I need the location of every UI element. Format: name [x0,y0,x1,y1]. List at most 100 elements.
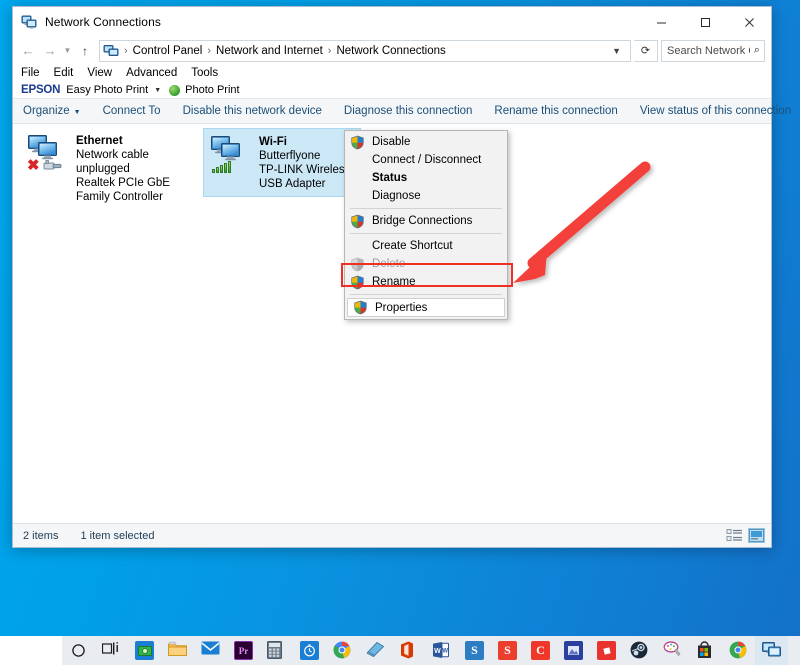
chevron-down-icon[interactable]: ▼ [603,46,630,56]
refresh-icon[interactable]: ⟳ [634,40,658,62]
connection-status: Network cable unplugged [76,148,195,176]
menu-icon-placeholder [350,153,365,168]
disable-network-device-button[interactable]: Disable this network device [183,105,322,117]
google-chrome-icon[interactable] [326,636,359,665]
breadcrumb-separator: › [121,45,131,57]
network-adapter-icon [209,134,255,176]
maximize-button[interactable] [683,7,727,37]
menu-bar: File Edit View Advanced Tools [13,64,771,82]
search-input[interactable]: Search Network Co... ⌕ [661,40,765,62]
organize-button[interactable]: Organize▼ [23,105,81,117]
menu-item-label: Rename [372,276,415,288]
recent-pages-chevron-icon[interactable]: ▼ [61,40,74,62]
rename-connection-button[interactable]: Rename this connection [494,105,617,117]
close-button[interactable] [727,7,771,37]
photo-viewer-icon[interactable] [557,636,590,665]
red-x-unplugged-icon: ✖ [27,158,40,173]
connect-to-button[interactable]: Connect To [103,105,161,117]
menu-item-connect-disconnect[interactable]: Connect / Disconnect [345,151,507,169]
annotation-arrow [495,155,670,300]
selection-label: 1 item selected [80,530,154,542]
epson-green-dot-icon [169,85,180,96]
menu-icon-placeholder [350,189,365,204]
item-count-label: 2 items [23,530,58,542]
photo-print-label[interactable]: Photo Print [185,84,239,96]
word-icon[interactable]: W W [425,636,458,665]
back-arrow-icon[interactable]: ← [17,40,39,62]
unplugged-cable-icon [42,159,64,177]
menu-item-bridge-connections[interactable]: Bridge Connections [345,212,507,230]
uac-shield-icon [353,300,368,315]
sticky-notes-icon[interactable] [359,636,392,665]
premiere-pro-icon[interactable]: Pr [227,636,260,665]
connection-item-ethernet[interactable]: ✖ Ethernet Network cable unplugged Realt… [21,128,201,209]
menu-separator [350,294,502,295]
clock-app-icon[interactable] [293,636,326,665]
breadcrumb-address-box[interactable]: › Control Panel › Network and Internet ›… [99,40,631,62]
wifi-signal-bars-icon [212,161,231,173]
search-icon: ⌕ [750,44,764,57]
network-connections-icon [21,14,37,30]
forward-arrow-icon[interactable]: → [39,40,61,62]
menu-item-disable[interactable]: Disable [345,133,507,151]
microsoft-store-icon[interactable] [689,636,722,665]
menu-item-diagnose[interactable]: Diagnose [345,187,507,205]
money-app-icon[interactable] [128,636,161,665]
cortana-icon[interactable] [62,636,95,665]
breadcrumb-control-panel[interactable]: Control Panel [131,45,205,57]
breadcrumb-network-and-internet[interactable]: Network and Internet [214,45,325,57]
breadcrumb-separator: › [325,45,335,57]
office-icon[interactable] [392,636,425,665]
breadcrumb-separator: › [204,45,214,57]
menu-item-properties[interactable]: Properties [347,298,505,317]
context-menu: Disable Connect / Disconnect Status Diag… [344,130,508,320]
snagit-icon[interactable]: S [491,636,524,665]
camtasia-icon[interactable]: C [524,636,557,665]
menu-item-label: Create Shortcut [372,240,453,252]
menu-item-label: Bridge Connections [372,215,472,227]
file-explorer-icon[interactable] [161,636,194,665]
taskbar: Pr [0,636,800,665]
steam-icon[interactable] [623,636,656,665]
organize-label: Organize [23,105,70,117]
tiles-view-icon[interactable] [748,528,765,543]
snipping-tool-blue-icon[interactable]: S [458,636,491,665]
menu-file[interactable]: File [21,67,48,79]
calculator-icon[interactable] [260,636,293,665]
menu-item-label: Diagnose [372,190,421,202]
view-status-button[interactable]: View status of this connection [640,105,791,117]
up-arrow-icon[interactable]: ↑ [74,40,96,62]
chevron-down-icon[interactable]: ▼ [154,87,161,94]
mail-icon[interactable] [194,636,227,665]
paint-icon[interactable] [656,636,689,665]
epson-logo: EPSON [21,84,60,96]
chrome-beta-icon[interactable] [722,636,755,665]
connection-name: Wi-Fi [259,135,354,149]
menu-item-status[interactable]: Status [345,169,507,187]
menu-view[interactable]: View [87,67,120,79]
menu-edit[interactable]: Edit [54,67,82,79]
details-view-icon[interactable] [726,528,743,543]
menu-tools[interactable]: Tools [191,67,226,79]
epson-toolbar: EPSON Easy Photo Print ▼ Photo Print [13,82,771,99]
easy-photo-print-label[interactable]: Easy Photo Print [66,84,148,96]
menu-item-label: Properties [375,302,427,314]
roblox-icon[interactable] [590,636,623,665]
window-controls [639,7,771,37]
menu-item-create-shortcut[interactable]: Create Shortcut [345,237,507,255]
menu-item-label: Status [372,172,407,184]
task-view-icon[interactable] [95,636,128,665]
connection-device: TP-LINK Wireless USB Adapter [259,163,354,191]
breadcrumb-network-connections[interactable]: Network Connections [334,45,447,57]
menu-advanced[interactable]: Advanced [126,67,185,79]
network-connections-taskbar-icon[interactable] [755,636,788,665]
uac-shield-icon [350,275,365,290]
network-adapter-icon: ✖ [26,133,72,175]
search-placeholder: Search Network Co... [662,45,750,57]
connection-item-wifi[interactable]: Wi-Fi Butterflyone TP-LINK Wireless USB … [203,128,361,197]
menu-item-rename[interactable]: Rename [345,273,507,291]
taskbar-search-box[interactable] [0,636,62,665]
minimize-button[interactable] [639,7,683,37]
command-bar: Organize▼ Connect To Disable this networ… [13,99,771,124]
diagnose-connection-button[interactable]: Diagnose this connection [344,105,473,117]
